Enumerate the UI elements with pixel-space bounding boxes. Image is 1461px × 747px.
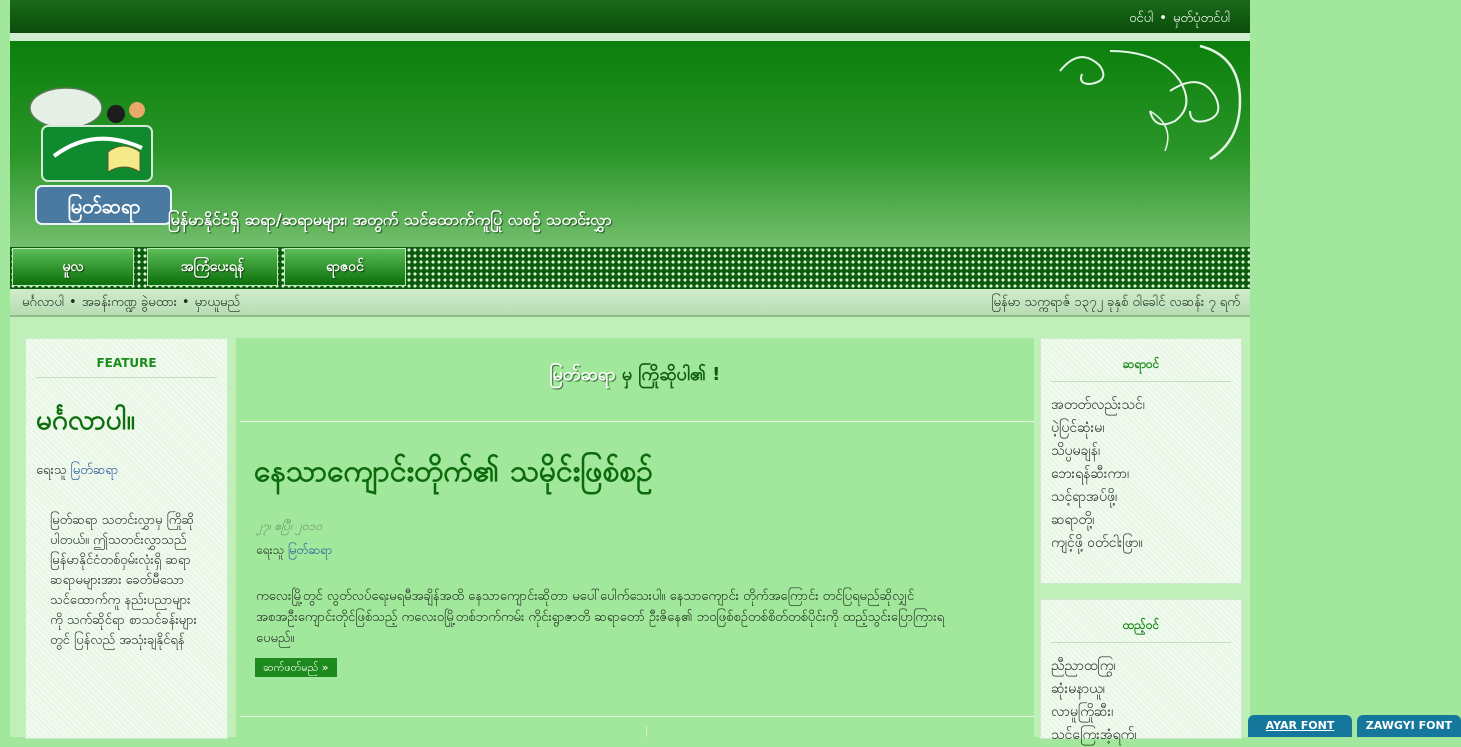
poem-lines: ညီညာထကြွ၊ ဆုံးမနာယူ၊ လာမူကြိုဆီး၊ သင်ကြေ… xyxy=(1041,643,1241,747)
sub-link-welcome[interactable]: မင်္ဂလာပါ xyxy=(22,295,64,310)
register-link[interactable]: မှတ်ပုံတင်ပါ xyxy=(1173,11,1230,26)
poem-line: သင့်ရာအပ်ဖို့၊ xyxy=(1051,489,1118,505)
zawgyi-font-button[interactable]: ZAWGYI FONT xyxy=(1357,715,1461,737)
main-content: မြတ်ဆရာ မှ ကြိုဆိုပါ၏ ! နေသာကျောင်းတိုက်… xyxy=(236,338,1034,737)
feature-title[interactable]: မင်္ဂလာပါ။ xyxy=(36,401,135,443)
swirl-1 xyxy=(1059,56,1105,86)
site-header: မြတ်ဆရာ မြန်မာနိုင်ငံရှိ ဆရာ/ဆရာမများ၊ အ… xyxy=(10,41,1250,247)
feature-blurb: မြတ်ဆရာ သတင်းလွှာမှ ကြိုဆိုပါတယ်။ ဤသတင်း… xyxy=(50,513,197,648)
poem-line: ညီညာထကြွ၊ xyxy=(1051,658,1116,674)
post-date: ၂၇၊ ဧပြီ၊ ၂၀၁၀ xyxy=(256,519,322,533)
nav-item-history[interactable]: ရာဇဝင် xyxy=(284,248,406,286)
main-navigation: မူလ အကြံပေးရန် ရာဇဝင် xyxy=(10,247,1250,289)
site-tagline: မြန်မာနိုင်ငံရှိ ဆရာ/ဆရာမများ၊ အတွက် သင်… xyxy=(168,210,612,229)
login-link[interactable]: ဝင်ပါ xyxy=(1129,11,1153,26)
sub-link-order[interactable]: မှာယူမည် xyxy=(195,295,240,310)
feature-sidebar: FEATURE မင်္ဂလာပါ။ ရေးသူ မြတ်ဆရာ မြတ်ဆရာ… xyxy=(25,338,228,739)
poem-line: ဆုံးမနာယူ၊ xyxy=(1051,681,1105,697)
divider xyxy=(240,716,1034,717)
post-byline: ရေးသူ မြတ်ဆရာ xyxy=(256,542,332,560)
sub-link-uncategorized[interactable]: အခန်းကဏ္ဍ ခွဲမထား xyxy=(82,295,177,310)
logo-tree xyxy=(29,87,103,129)
welcome-brand: မြတ်ဆရာ xyxy=(549,364,616,385)
byline-prefix: ရေးသူ xyxy=(256,543,285,557)
sub-bullet: • xyxy=(181,295,190,310)
poem-line: ကျင့်ဖို့ ဝတ်ငါးဖြာ။ xyxy=(1051,535,1143,551)
poem-line: လာမူကြိုဆီး၊ xyxy=(1051,704,1114,720)
divider xyxy=(240,421,1034,422)
header-stripe xyxy=(10,33,1250,41)
feature-heading: FEATURE xyxy=(36,339,217,378)
nav-item-home[interactable]: မူလ xyxy=(12,248,134,286)
poem-line: အတတ်လည်းသင်၊ xyxy=(1051,397,1145,413)
nav-item-suggest[interactable]: အကြံပေးရန် xyxy=(147,248,278,286)
column-divider xyxy=(646,726,647,737)
post-excerpt: ကလေးမြို့တွင် လွတ်လပ်ရေးမရမီအချိန်အထိ နေ… xyxy=(256,589,945,646)
swirl-ornament-icon xyxy=(1059,44,1242,161)
ayar-font-button[interactable]: AYAR FONT xyxy=(1248,715,1352,737)
byline-prefix: ရေးသူ xyxy=(36,463,67,478)
poem-heading: ထည့်ဝင် xyxy=(1051,600,1231,643)
welcome-banner: မြတ်ဆရာ မှ ကြိုဆိုပါ၏ ! xyxy=(236,362,1034,389)
poem-line: သိပ္ပမချန်၊ xyxy=(1051,443,1101,459)
page-wrapper: ဝင်ပါ • မှတ်ပုံတင်ပါ မြတ်ဆရာ မြန်မာနိုင်ငံ… xyxy=(10,0,1250,743)
welcome-text: မှ ကြိုဆိုပါ၏ ! xyxy=(615,364,721,385)
link-separator: • xyxy=(1159,11,1167,26)
post-title[interactable]: နေသာကျောင်းတိုက်၏ သမိုင်းဖြစ်စဉ် xyxy=(254,451,653,496)
sub-bullet: • xyxy=(69,295,77,310)
sub-bar: မင်္ဂလာပါ • အခန်းကဏ္ဍ ခွဲမထား • မှာယူမည် မြန… xyxy=(10,289,1250,317)
post-author-link[interactable]: မြတ်ဆရာ xyxy=(288,543,332,557)
poem-lines: အတတ်လည်းသင်၊ ပဲ့ပြင်ဆုံးမ၊ သိပ္ပမချန်၊ ဘ… xyxy=(1041,382,1241,555)
logo-person-1 xyxy=(107,105,125,123)
site-logo[interactable]: မြတ်ဆရာ xyxy=(24,86,174,236)
poem-box-student: ထည့်ဝင် ညီညာထကြွ၊ ဆုံးမနာယူ၊ လာမူကြိုဆီး… xyxy=(1040,599,1242,743)
top-bar: ဝင်ပါ • မှတ်ပုံတင်ပါ xyxy=(10,0,1250,33)
poem-line: ဆရာတို့၊ xyxy=(1051,512,1095,528)
swirl-3 xyxy=(1199,44,1242,161)
poem-line: ဘေးရန်ဆီးကာ၊ xyxy=(1051,466,1130,482)
poem-line: သင်ကြေးအံ့ရက်၊ xyxy=(1051,727,1137,743)
sub-bar-links: မင်္ဂလာပါ • အခန်းကဏ္ဍ ခွဲမထား • မှာယူမည် xyxy=(22,294,240,313)
poem-box-teacher: ဆရာဝင် အတတ်လည်းသင်၊ ပဲ့ပြင်ဆုံးမ၊ သိပ္ပမ… xyxy=(1040,338,1242,584)
author-link[interactable]: မြတ်ဆရာ xyxy=(71,463,119,478)
logo-person-2 xyxy=(129,102,145,118)
poem-line: ပဲ့ပြင်ဆုံးမ၊ xyxy=(1051,420,1105,436)
swirl-4 xyxy=(1169,81,1220,123)
read-more-button[interactable]: ဆက်ဖတ်မည် » xyxy=(255,658,337,677)
account-links: ဝင်ပါ • မှတ်ပုံတင်ပါ xyxy=(1129,10,1230,29)
myanmar-date: မြန်မာ သက္ကရာဇ် ၁၃၇၂ ခုနှစ် ဝါခေါင် လဆန်… xyxy=(991,295,1240,310)
font-switcher: AYAR FONT ZAWGYI FONT xyxy=(1248,715,1461,737)
feature-byline: ရေးသူ မြတ်ဆရာ xyxy=(36,462,118,481)
poem-heading: ဆရာဝင် xyxy=(1051,339,1231,382)
